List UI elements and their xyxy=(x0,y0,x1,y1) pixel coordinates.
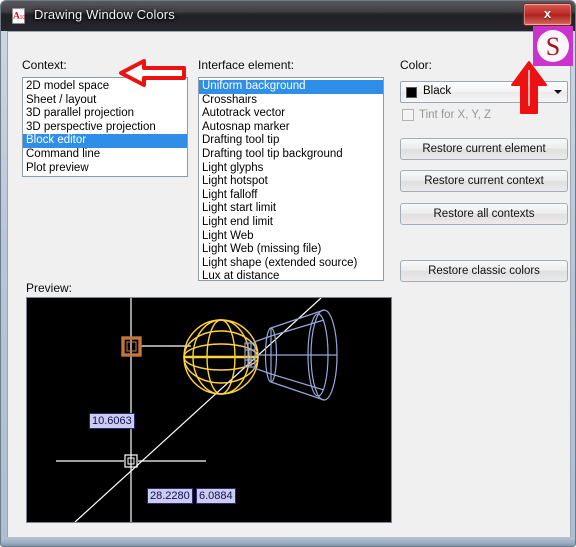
interface-element-item-0[interactable]: Uniform background xyxy=(199,80,383,94)
context-item-6[interactable]: Plot preview xyxy=(23,162,187,176)
color-dropdown[interactable]: Black xyxy=(400,81,568,103)
context-item-2[interactable]: 3D parallel projection xyxy=(23,107,187,121)
interface-element-item-10[interactable]: Light end limit xyxy=(199,216,383,230)
context-item-1[interactable]: Sheet / layout xyxy=(23,94,187,108)
context-item-5[interactable]: Command line xyxy=(23,148,187,162)
color-swatch xyxy=(406,87,417,98)
color-selected-value: Black xyxy=(423,85,452,97)
dialog-window: A 10 Drawing Window Colors x Context: 2D… xyxy=(0,0,576,547)
close-icon: x xyxy=(543,6,552,21)
interface-element-item-3[interactable]: Autosnap marker xyxy=(199,121,383,135)
context-item-4[interactable]: Block editor xyxy=(23,134,187,148)
interface-element-item-5[interactable]: Drafting tool tip background xyxy=(199,148,383,162)
interface-element-label: Interface element: xyxy=(198,58,295,72)
context-item-0[interactable]: 2D model space xyxy=(23,80,187,94)
autocad-a10-icon: A 10 xyxy=(12,8,26,24)
interface-element-item-7[interactable]: Light hotspot xyxy=(199,175,383,189)
drafting-tooltip-x: 28.2280 xyxy=(147,488,193,504)
interface-element-item-8[interactable]: Light falloff xyxy=(199,189,383,203)
interface-element-item-12[interactable]: Light Web (missing file) xyxy=(199,243,383,257)
chevron-down-icon[interactable] xyxy=(549,83,566,101)
svg-text:10: 10 xyxy=(20,15,26,21)
interface-element-item-2[interactable]: Autotrack vector xyxy=(199,107,383,121)
restore-classic-colors-button[interactable]: Restore classic colors xyxy=(400,260,568,282)
title-bar[interactable]: A 10 Drawing Window Colors x xyxy=(1,1,575,31)
context-listbox[interactable]: 2D model space Sheet / layout 3D parallel … xyxy=(22,77,188,177)
close-button[interactable]: x xyxy=(523,3,572,26)
context-item-3[interactable]: 3D perspective projection xyxy=(23,121,187,135)
interface-element-item-14[interactable]: Lux at distance xyxy=(199,270,383,280)
preview-label: Preview: xyxy=(26,281,73,295)
interface-element-item-6[interactable]: Light glyphs xyxy=(199,162,383,176)
restore-current-context-button[interactable]: Restore current context xyxy=(400,170,568,192)
interface-element-item-13[interactable]: Light shape (extended source) xyxy=(199,257,383,271)
restore-all-contexts-button[interactable]: Restore all contexts xyxy=(400,203,568,225)
drafting-tooltip-z: 6.0884 xyxy=(196,488,236,504)
drafting-tooltip-y: 10.6063 xyxy=(89,413,135,429)
color-label: Color: xyxy=(400,58,433,72)
window-bottom-edge xyxy=(1,537,575,546)
interface-element-item-11[interactable]: Light Web xyxy=(199,230,383,244)
tint-checkbox[interactable] xyxy=(402,109,414,121)
tint-checkbox-label: Tint for X, Y, Z xyxy=(419,109,492,121)
dialog-client-area: Context: 2D model space Sheet / layout 3D … xyxy=(7,31,571,546)
interface-element-item-4[interactable]: Drafting tool tip xyxy=(199,134,383,148)
window-title: Drawing Window Colors xyxy=(34,7,175,22)
interface-element-listbox[interactable]: Uniform background Crosshairs Autotrack ve… xyxy=(198,77,384,281)
context-label: Context: xyxy=(22,58,67,72)
interface-element-item-9[interactable]: Light start limit xyxy=(199,202,383,216)
light-glyph-sphere xyxy=(183,319,259,395)
tint-checkbox-row[interactable]: Tint for X, Y, Z xyxy=(402,109,491,121)
interface-element-item-1[interactable]: Crosshairs xyxy=(199,94,383,108)
restore-current-element-button[interactable]: Restore current element xyxy=(400,138,568,160)
